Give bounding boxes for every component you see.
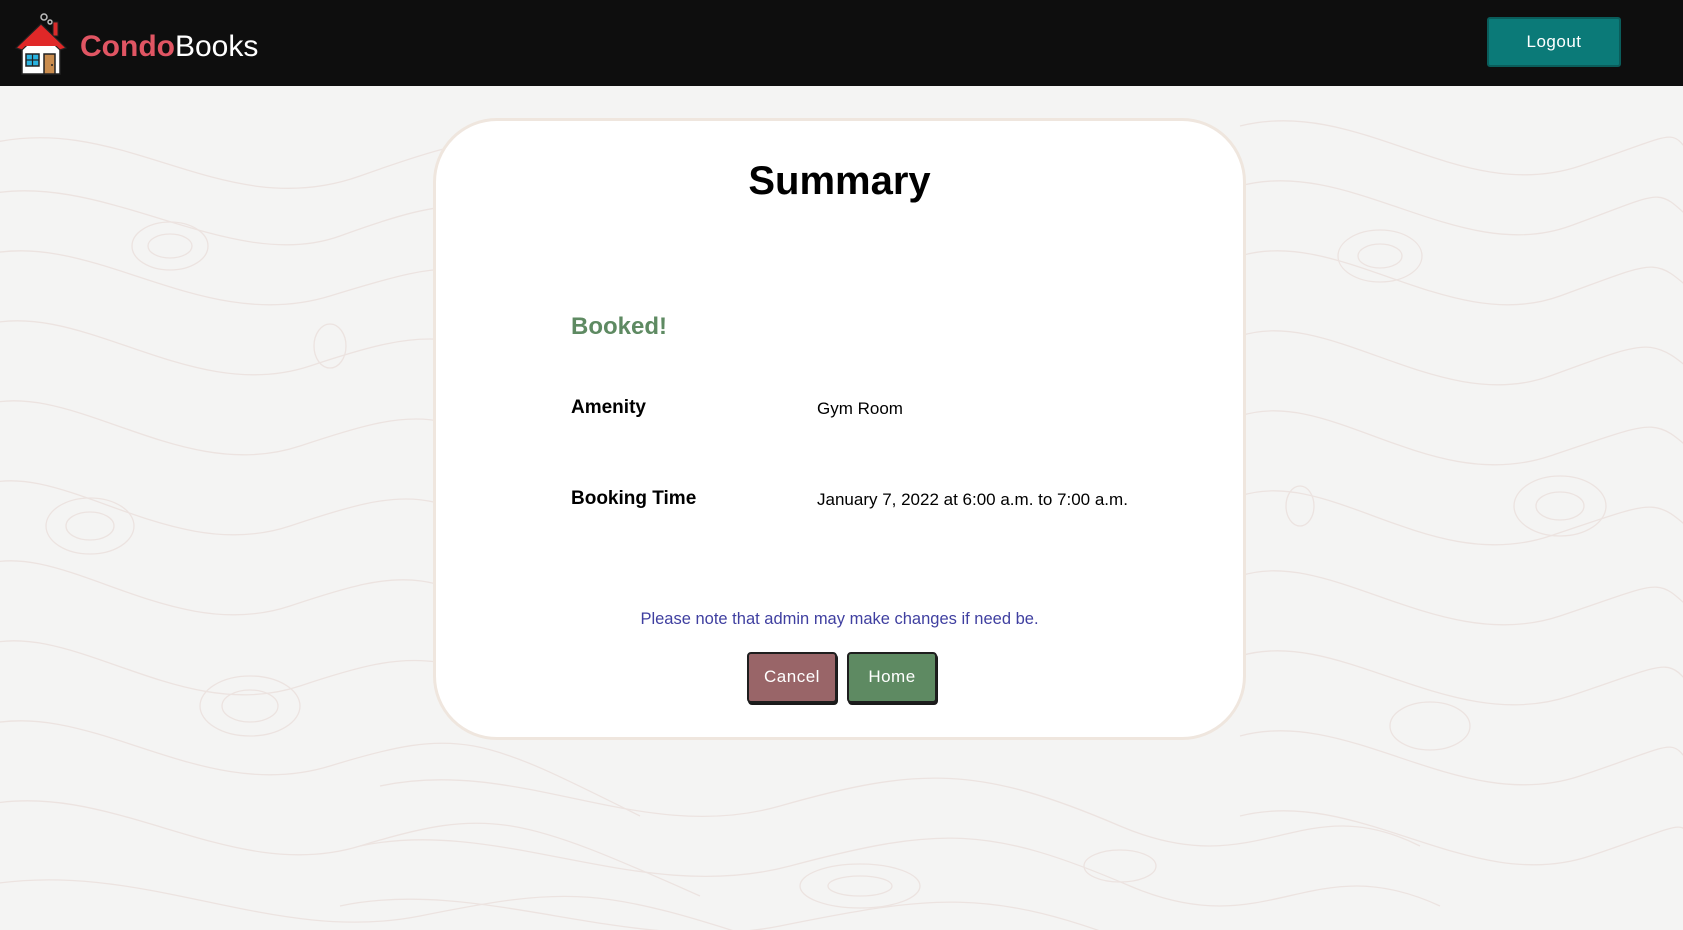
home-button[interactable]: Home: [847, 652, 937, 703]
admin-note: Please note that admin may make changes …: [640, 610, 1039, 628]
top-navbar: CondoBooks Logout: [0, 0, 1683, 86]
booking-status: Booked!: [571, 313, 667, 340]
cancel-button[interactable]: Cancel: [747, 652, 837, 703]
amenity-label: Amenity: [571, 397, 646, 418]
booking-time-label: Booking Time: [571, 488, 697, 509]
brand-condo-text: Condo: [80, 30, 175, 63]
brand-logo-text[interactable]: CondoBooks: [80, 27, 258, 67]
summary-card: Summary Booked! Amenity Gym Room Booking…: [433, 118, 1246, 740]
house-logo-icon[interactable]: [14, 12, 68, 76]
logout-button[interactable]: Logout: [1487, 17, 1621, 67]
page-title: Summary: [748, 159, 931, 203]
booking-time-value: January 7, 2022 at 6:00 a.m. to 7:00 a.m…: [817, 490, 1128, 509]
amenity-value: Gym Room: [817, 399, 903, 418]
brand-books-text: Books: [174, 30, 259, 63]
